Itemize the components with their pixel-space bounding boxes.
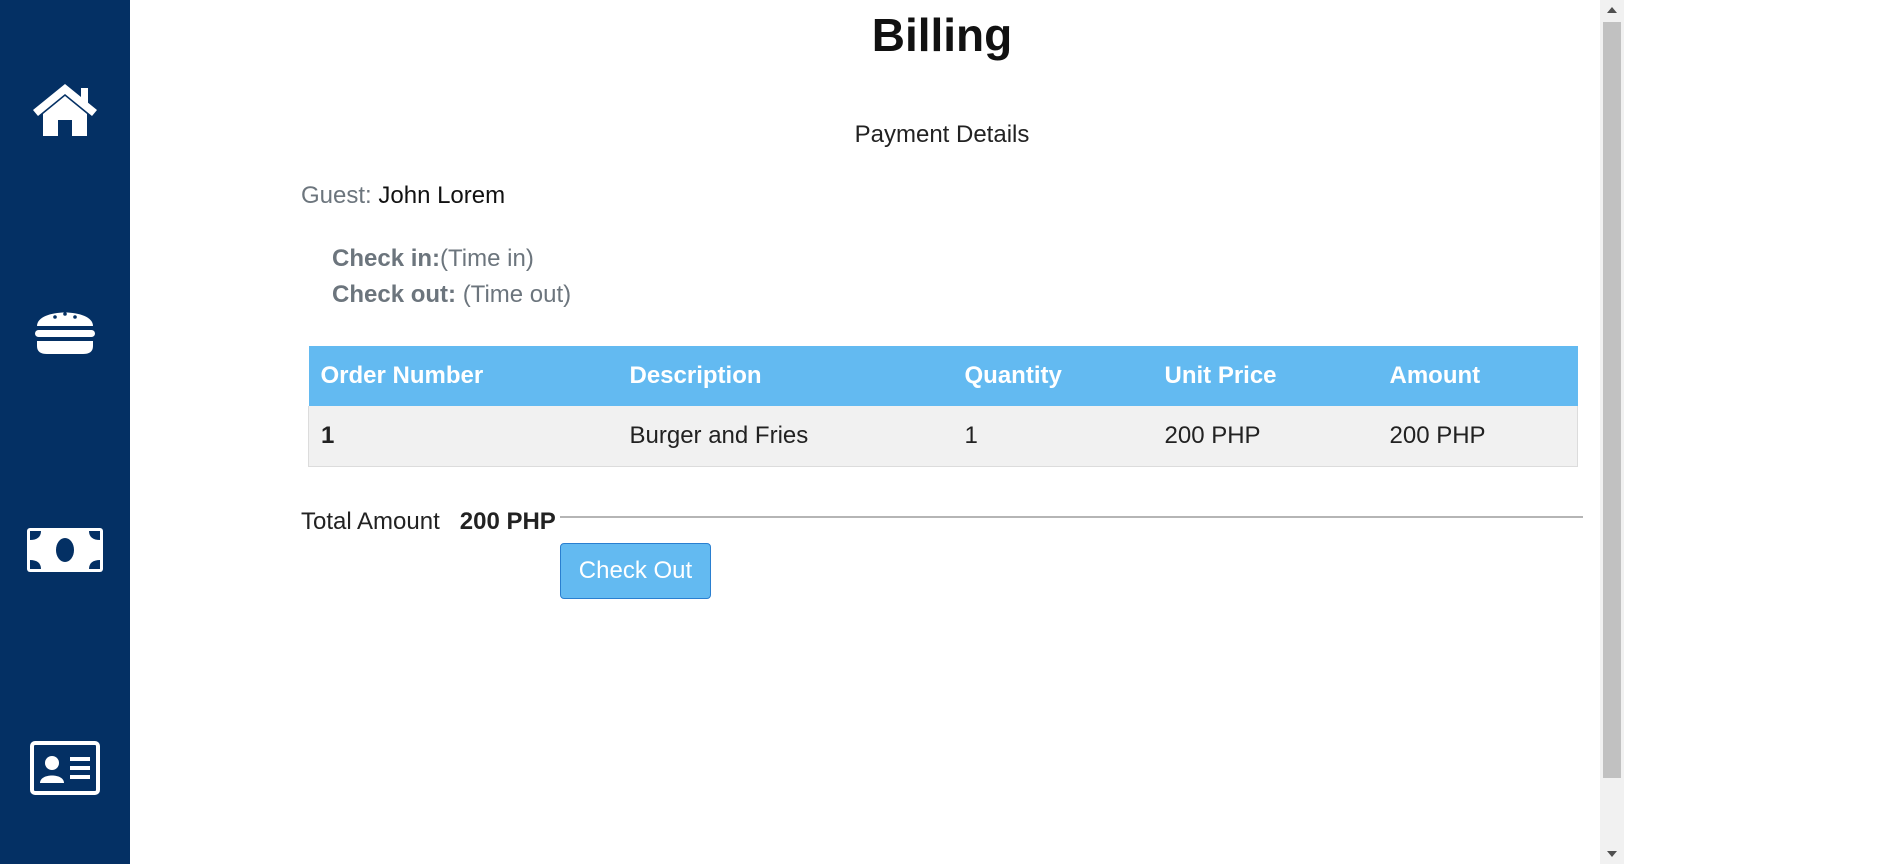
- check-in-value: (Time in): [440, 245, 534, 272]
- payment-details-heading: Payment Details: [854, 121, 1030, 148]
- billing-page: Billing Payment Details Guest: John Lore…: [130, 0, 1600, 864]
- header-amount: Amount: [1377, 346, 1578, 406]
- vertical-scrollbar[interactable]: [1600, 0, 1624, 864]
- header-quantity: Quantity: [952, 346, 1153, 406]
- sidebar-item-home[interactable]: [0, 55, 130, 165]
- sidebar: [0, 0, 130, 864]
- total-amount-line: Total Amount 200 PHP: [301, 508, 556, 536]
- check-in-line: Check in:(Time in): [332, 241, 571, 277]
- guest-line: Guest: John Lorem: [301, 182, 505, 210]
- burger-icon: [33, 302, 97, 358]
- sidebar-item-billing[interactable]: [0, 495, 130, 605]
- cell-amount: 200 PHP: [1377, 406, 1578, 467]
- check-in-label: Check in:: [332, 245, 441, 272]
- header-order-number: Order Number: [308, 346, 618, 406]
- orders-table: Order Number Description Quantity Unit P…: [308, 346, 1578, 467]
- cell-unit-price: 200 PHP: [1152, 406, 1378, 467]
- guest-name: John Lorem: [378, 182, 506, 209]
- check-out-value: (Time out): [462, 281, 572, 308]
- check-out-label: Check out:: [332, 281, 457, 308]
- check-out-line: Check out: (Time out): [332, 277, 571, 313]
- table-header-row: Order Number Description Quantity Unit P…: [308, 346, 1578, 406]
- total-divider: [560, 516, 1583, 518]
- header-unit-price: Unit Price: [1152, 346, 1378, 406]
- scrollbar-thumb[interactable]: [1603, 22, 1621, 778]
- app-window: Billing Payment Details Guest: John Lore…: [0, 0, 1896, 864]
- scroll-down-arrow-icon[interactable]: [1600, 844, 1624, 864]
- id-card-icon: [30, 741, 100, 795]
- cell-order-number: 1: [308, 406, 618, 467]
- total-amount-label: Total Amount: [301, 508, 440, 535]
- header-description: Description: [617, 346, 953, 406]
- money-bill-icon: [27, 526, 103, 574]
- page-title: Billing: [871, 9, 1013, 61]
- cell-quantity: 1: [952, 406, 1153, 467]
- sidebar-item-guests[interactable]: [0, 713, 130, 823]
- home-icon: [29, 80, 101, 140]
- check-out-button[interactable]: Check Out: [560, 543, 711, 599]
- guest-label: Guest:: [301, 182, 372, 209]
- scroll-up-arrow-icon[interactable]: [1600, 0, 1624, 20]
- cell-description: Burger and Fries: [617, 406, 953, 467]
- table-row: 1 Burger and Fries 1 200 PHP 200 PHP: [308, 406, 1578, 467]
- total-amount-value: 200 PHP: [459, 508, 556, 535]
- sidebar-item-food[interactable]: [0, 275, 130, 385]
- stay-times: Check in:(Time in) Check out: (Time out): [332, 241, 571, 313]
